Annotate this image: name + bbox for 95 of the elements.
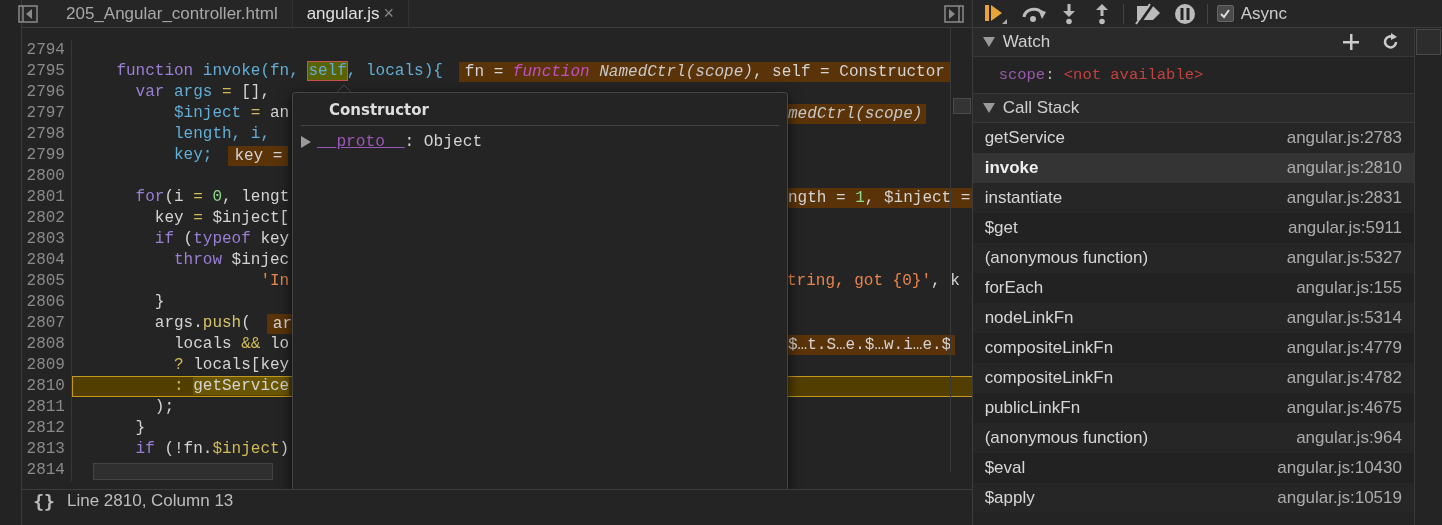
line-number: 2800 xyxy=(21,166,72,187)
line-number: 2806 xyxy=(21,292,72,313)
source-location: angular.js:2783 xyxy=(1286,128,1402,148)
property-text[interactable]: __proto__: Object xyxy=(316,133,483,151)
async-checkbox[interactable] xyxy=(1216,5,1234,22)
code-line: } xyxy=(153,292,165,313)
line-number: 2797 xyxy=(21,103,72,124)
code-line: ? locals[key xyxy=(173,355,290,376)
panel-toggle-icon[interactable] xyxy=(943,4,964,23)
function-name: nodeLinkFn xyxy=(984,308,1074,328)
popover-title: Constructor xyxy=(328,100,429,121)
scrollbar-thumb[interactable] xyxy=(952,98,971,114)
code-line: tring, got {0}', k xyxy=(786,271,960,292)
line-number: 2814 xyxy=(21,460,72,481)
call-stack-frame[interactable]: invoke angular.js:2810 xyxy=(972,153,1414,183)
code-line: $inject = an xyxy=(173,103,290,124)
inline-value: key = xyxy=(228,145,289,166)
source-location: angular.js:2831 xyxy=(1286,188,1402,208)
line-number: 2809 xyxy=(21,355,72,376)
section-title[interactable]: Call Stack xyxy=(1002,98,1080,118)
code-line: key = $inject[ xyxy=(153,208,290,229)
source-location: angular.js:4779 xyxy=(1286,338,1402,358)
sidebar-toggle-icon[interactable] xyxy=(17,4,38,23)
breakpoints-off-icon[interactable] xyxy=(1132,2,1163,25)
inline-value: medCtrl(scope) xyxy=(786,103,927,124)
section-title[interactable]: Watch xyxy=(1002,32,1051,52)
line-number: 2810 xyxy=(21,376,72,397)
line-number: 2813 xyxy=(21,439,72,460)
code-line: function invoke(fn, self, locals){ xyxy=(115,61,443,82)
code-line: throw $injec xyxy=(173,250,290,271)
inline-value: $…t.S…e.$…w.i…e.$ xyxy=(786,334,956,355)
line-number: 2798 xyxy=(21,124,72,145)
code-line: ); xyxy=(153,397,174,418)
line-number: 2802 xyxy=(21,208,72,229)
source-location: angular.js:5327 xyxy=(1286,248,1402,268)
function-name: instantiate xyxy=(984,188,1063,208)
function-name: $apply xyxy=(984,488,1035,508)
cursor-position: Line 2810, Column 13 xyxy=(66,491,234,511)
code-line: for(i = 0, lengt xyxy=(134,187,290,208)
watch-expression[interactable]: scope: <not available> xyxy=(998,66,1204,84)
close-icon[interactable]: × xyxy=(383,3,394,24)
code-line: locals && lo xyxy=(173,334,290,355)
section-header[interactable]: Call Stack xyxy=(972,94,1414,123)
expand-arrow-icon[interactable] xyxy=(982,37,995,47)
source-location: angular.js:4675 xyxy=(1286,398,1402,418)
source-location: angular.js:10519 xyxy=(1277,488,1402,508)
function-name: forEach xyxy=(984,278,1044,298)
function-name: getService xyxy=(984,128,1065,148)
line-number: 2799 xyxy=(21,145,72,166)
line-number: 2795 xyxy=(21,61,72,82)
inline-value: fn = function NamedCtrl(scope), self = Constructor xyxy=(458,61,951,82)
line-number: 2796 xyxy=(21,82,72,103)
refresh-icon[interactable] xyxy=(1382,33,1400,51)
source-location: angular.js:5314 xyxy=(1286,308,1402,328)
expand-arrow-icon[interactable] xyxy=(982,103,995,113)
code-line: var args = [], xyxy=(134,82,270,103)
expand-arrow-icon[interactable] xyxy=(300,136,311,148)
source-location: angular.js:4782 xyxy=(1286,368,1402,388)
file-tab[interactable]: 205_Angular_controller.html xyxy=(51,0,293,27)
code-line: args.push( xyxy=(153,313,251,334)
code-line: if (!fn.$inject) xyxy=(134,439,290,460)
function-name: $eval xyxy=(984,458,1026,478)
source-location: angular.js:964 xyxy=(1296,428,1402,448)
function-name: $get xyxy=(984,218,1018,238)
line-number: 2807 xyxy=(21,313,72,334)
function-name: publicLinkFn xyxy=(984,398,1081,418)
source-location: angular.js:155 xyxy=(1296,278,1402,298)
function-name: compositeLinkFn xyxy=(984,338,1114,358)
add-icon[interactable] xyxy=(1342,33,1360,51)
line-number: 2805 xyxy=(21,271,72,292)
line-number: 2812 xyxy=(21,418,72,439)
source-location: angular.js:10430 xyxy=(1277,458,1402,478)
inline-value: ngth = 1, $inject = xyxy=(786,187,972,208)
function-name: invoke xyxy=(984,158,1039,178)
code-line: key; xyxy=(173,145,213,166)
vertical-scrollbar[interactable] xyxy=(1414,28,1442,525)
line-number: 2811 xyxy=(21,397,72,418)
code-line: } xyxy=(134,418,146,439)
function-name: (anonymous function) xyxy=(984,428,1149,448)
horizontal-scrollbar[interactable] xyxy=(92,463,273,480)
code-line: length, i, xyxy=(173,124,270,145)
line-number: 2804 xyxy=(21,250,72,271)
line-number: 2808 xyxy=(21,334,72,355)
async-label[interactable]: Async xyxy=(1240,3,1287,24)
source-location: angular.js:2810 xyxy=(1286,158,1402,178)
code-line: if (typeof key xyxy=(153,229,290,250)
source-location: angular.js:5911 xyxy=(1287,218,1402,238)
line-number: 2801 xyxy=(21,187,72,208)
function-name: compositeLinkFn xyxy=(984,368,1114,388)
function-name: (anonymous function) xyxy=(984,248,1149,268)
section-header[interactable]: Watch xyxy=(972,28,1414,57)
format-button[interactable]: {} xyxy=(21,490,66,512)
line-number: 2794 xyxy=(21,40,72,61)
code-line: 'In xyxy=(259,271,290,292)
line-number: 2803 xyxy=(21,229,72,250)
